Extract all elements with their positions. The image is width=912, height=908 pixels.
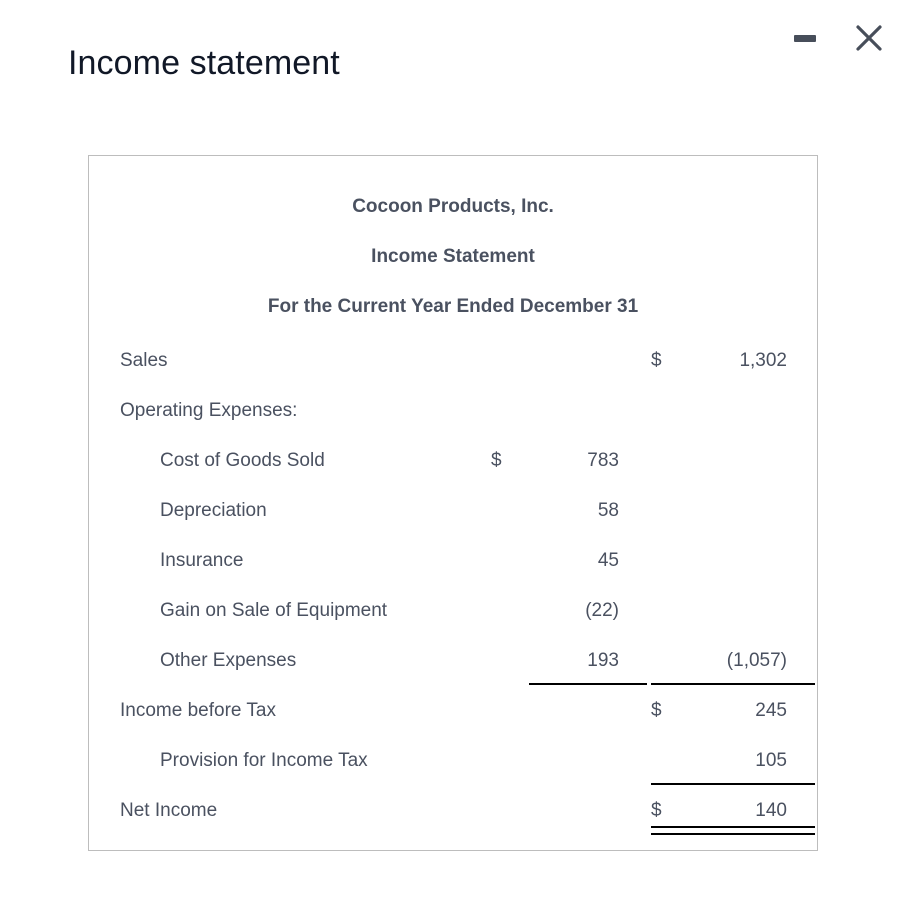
table-row: Depreciation 58 xyxy=(89,486,817,536)
row-label: Operating Expenses: xyxy=(120,400,298,421)
row-label: Other Expenses xyxy=(160,650,297,671)
income-statement-table: Sales $ 1,302 Operating Expenses: Cost o… xyxy=(89,336,817,836)
outer-currency-symbol xyxy=(649,436,687,486)
statement-period: For the Current Year Ended December 31 xyxy=(267,296,639,317)
inner-currency-symbol xyxy=(489,736,527,786)
page-title: Income statement xyxy=(68,44,340,82)
row-label: Net Income xyxy=(120,800,218,821)
table-row: Sales $ 1,302 xyxy=(89,336,817,386)
minimize-icon xyxy=(794,34,816,42)
row-label: Income before Tax xyxy=(120,700,276,721)
outer-currency-symbol xyxy=(649,386,687,436)
inner-amount-subtotal-rule: 193 xyxy=(527,636,649,686)
outer-currency-symbol xyxy=(649,536,687,586)
inner-amount: 783 xyxy=(587,450,619,471)
inner-amount: 58 xyxy=(597,500,619,521)
minimize-button[interactable] xyxy=(788,21,822,55)
row-label: Cost of Goods Sold xyxy=(160,450,325,471)
inner-amount xyxy=(527,786,649,836)
table-row: Operating Expenses: xyxy=(89,386,817,436)
inner-currency-symbol xyxy=(489,536,527,586)
outer-amount xyxy=(687,386,817,436)
inner-amount xyxy=(527,336,649,386)
row-label: Depreciation xyxy=(160,500,267,521)
statement-name: Income Statement xyxy=(371,246,535,267)
window-controls xyxy=(788,18,886,58)
table-row: Insurance 45 xyxy=(89,536,817,586)
outer-amount xyxy=(687,536,817,586)
close-button[interactable] xyxy=(852,21,886,55)
outer-currency-symbol xyxy=(649,486,687,536)
outer-currency-symbol: $ xyxy=(651,700,662,721)
inner-currency-symbol xyxy=(489,686,527,736)
outer-amount: 1,302 xyxy=(739,350,787,371)
close-icon xyxy=(856,25,882,51)
table-row: Income before Tax $ 245 xyxy=(89,686,817,736)
outer-amount xyxy=(687,586,817,636)
inner-currency-symbol xyxy=(489,586,527,636)
outer-currency-symbol: $ xyxy=(651,800,662,821)
outer-currency-symbol xyxy=(649,636,687,686)
row-label: Gain on Sale of Equipment xyxy=(160,600,388,621)
row-label: Insurance xyxy=(160,550,244,571)
table-row: Net Income $ 140 xyxy=(89,786,817,836)
row-label: Sales xyxy=(120,350,168,371)
inner-amount xyxy=(527,686,649,736)
inner-amount xyxy=(527,736,649,786)
table-row: Other Expenses 193 (1,057) xyxy=(89,636,817,686)
inner-currency-symbol xyxy=(489,636,527,686)
statement-headers: Cocoon Products, Inc. Income Statement F… xyxy=(89,156,817,332)
net-income-total-rule: 140 xyxy=(651,786,817,836)
inner-amount: (22) xyxy=(585,600,619,621)
outer-amount xyxy=(687,436,817,486)
inner-amount: 45 xyxy=(597,550,619,571)
outer-amount: 245 xyxy=(755,700,787,721)
inner-currency-symbol xyxy=(489,336,527,386)
row-label: Provision for Income Tax xyxy=(160,750,368,771)
inner-currency-symbol xyxy=(489,786,527,836)
inner-amount xyxy=(527,386,649,436)
income-statement-panel: Cocoon Products, Inc. Income Statement F… xyxy=(88,155,818,851)
outer-currency-symbol: $ xyxy=(651,350,662,371)
table-row: Provision for Income Tax 105 xyxy=(89,736,817,786)
company-name: Cocoon Products, Inc. xyxy=(352,196,554,217)
inner-currency-symbol xyxy=(489,486,527,536)
inner-currency-symbol: $ xyxy=(491,450,502,471)
table-row: Gain on Sale of Equipment (22) xyxy=(89,586,817,636)
outer-amount-subtotal-rule: 105 xyxy=(651,736,817,786)
table-row: Cost of Goods Sold $ 783 xyxy=(89,436,817,486)
inner-currency-symbol xyxy=(489,386,527,436)
outer-amount xyxy=(687,486,817,536)
outer-currency-symbol xyxy=(649,736,687,786)
outer-currency-symbol xyxy=(649,586,687,636)
outer-amount-subtotal-rule: (1,057) xyxy=(651,636,817,686)
